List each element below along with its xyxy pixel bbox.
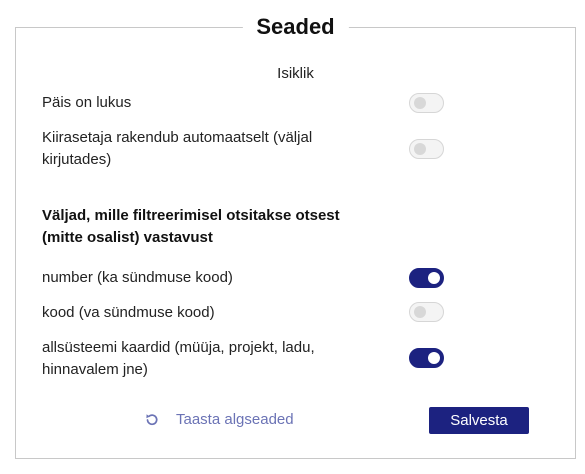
subsystem-cards-match-toggle[interactable] [409,348,444,368]
quick-autocomplete-toggle[interactable] [409,139,444,159]
setting-label-header-locked: Päis on lukus [42,94,132,111]
reset-defaults-label: Taasta algseaded [176,411,294,428]
number-match-toggle[interactable] [409,268,444,288]
toggle-knob [414,306,426,318]
code-match-toggle[interactable] [409,302,444,322]
panel-title: Seaded [242,12,349,42]
undo-icon [146,413,158,425]
toggle-knob [414,97,426,109]
setting-label-subsystem-cards-match: allsüsteemi kaardid (müüja, projekt, lad… [42,339,315,378]
reset-defaults-link[interactable]: Taasta algseaded [144,411,294,428]
toggle-knob [428,352,440,364]
save-button[interactable]: Salvesta [429,407,529,434]
setting-label-code-match: kood (va sündmuse kood) [42,304,215,321]
section-label-personal: Isiklik [277,65,314,82]
settings-panel: Seaded Isiklik Päis on lukus Kiirasetaja… [15,12,576,459]
exact-match-heading: Väljad, mille filtreerimisel otsitakse o… [42,207,340,246]
setting-label-quick-autocomplete: Kiirasetaja rakendub automaatselt (välja… [42,129,313,168]
header-locked-toggle[interactable] [409,93,444,113]
toggle-knob [414,143,426,155]
toggle-knob [428,272,440,284]
setting-label-number-match: number (ka sündmuse kood) [42,269,233,286]
